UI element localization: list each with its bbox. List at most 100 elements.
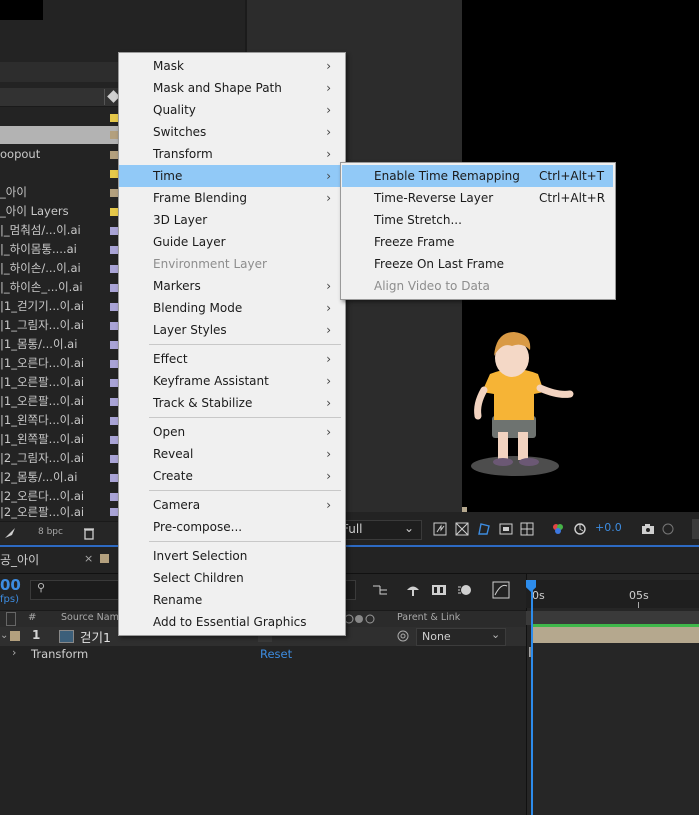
- file-row[interactable]: _아이 Layers: [0, 202, 118, 221]
- menu-item-add-to-essential-graphics[interactable]: Add to Essential Graphics: [119, 611, 343, 633]
- layer-name[interactable]: 걷기1: [80, 627, 111, 646]
- layer-duration-bar[interactable]: [533, 627, 699, 643]
- snapshot-camera-icon[interactable]: [641, 522, 655, 536]
- file-row[interactable]: _아이: [0, 183, 118, 202]
- file-row[interactable]: |1_걷기기...이.ai: [0, 297, 118, 316]
- submenu-item-freeze-on-last-frame[interactable]: Freeze On Last Frame: [342, 253, 613, 275]
- menu-item-track-stabilize[interactable]: Track & Stabilize ›: [119, 392, 343, 414]
- region-of-interest-icon[interactable]: [499, 522, 513, 536]
- submenu-item-enable-time-remapping[interactable]: Enable Time Remapping Ctrl+Alt+T: [342, 165, 613, 187]
- channel-icon[interactable]: [551, 522, 565, 536]
- file-row[interactable]: |2_그림자...이.ai: [0, 449, 118, 468]
- menu-item-markers[interactable]: Markers ›: [119, 275, 343, 297]
- menu-item-reveal[interactable]: Reveal ›: [119, 443, 343, 465]
- file-row[interactable]: oopout: [0, 145, 118, 164]
- parent-link-column-header[interactable]: Parent & Link: [397, 612, 460, 623]
- grid-guides-icon[interactable]: [520, 522, 534, 536]
- menu-item-guide-layer[interactable]: Guide Layer: [119, 231, 343, 253]
- trash-icon[interactable]: [83, 526, 95, 540]
- fast-previews-icon[interactable]: [433, 522, 447, 536]
- show-snapshot-icon[interactable]: [661, 522, 675, 536]
- menu-item-invert-selection[interactable]: Invert Selection: [119, 545, 343, 567]
- motion-blur-icon[interactable]: [457, 582, 473, 598]
- label-swatch[interactable]: [110, 474, 118, 482]
- menu-item-blending-mode[interactable]: Blending Mode ›: [119, 297, 343, 319]
- layer-label-swatch[interactable]: [10, 631, 20, 641]
- file-row[interactable]: |1_그림자...이.ai: [0, 316, 118, 335]
- timeline-tab-label[interactable]: 공_아이: [0, 551, 39, 568]
- menu-item-frame-blending[interactable]: Frame Blending ›: [119, 187, 343, 209]
- label-swatch[interactable]: [110, 379, 118, 387]
- label-swatch[interactable]: [110, 284, 118, 292]
- reset-link[interactable]: Reset: [260, 647, 292, 661]
- file-row[interactable]: [0, 108, 118, 127]
- frame-blending-icon[interactable]: [431, 582, 447, 598]
- file-row[interactable]: |_하이몸통....ai: [0, 240, 118, 259]
- label-swatch[interactable]: [110, 303, 118, 311]
- menu-item-time[interactable]: Time ›: [119, 165, 343, 187]
- interpret-footage-icon[interactable]: [3, 526, 17, 540]
- transform-label[interactable]: Transform: [31, 647, 88, 661]
- label-swatch[interactable]: [110, 398, 118, 406]
- submenu-item-freeze-frame[interactable]: Freeze Frame: [342, 231, 613, 253]
- file-row[interactable]: |1_오른팔...이.ai: [0, 392, 118, 411]
- playhead[interactable]: [531, 580, 533, 815]
- label-swatch[interactable]: [110, 170, 118, 178]
- file-row[interactable]: |2_몸통/...이.ai: [0, 468, 118, 487]
- file-row[interactable]: |1_왼쪽다...이.ai: [0, 411, 118, 430]
- label-swatch[interactable]: [110, 455, 118, 463]
- file-row-selected[interactable]: [0, 126, 118, 144]
- menu-item-switches[interactable]: Switches ›: [119, 121, 343, 143]
- file-row[interactable]: |_하이손/...이.ai: [0, 259, 118, 278]
- file-row[interactable]: |2_오른팔...이.ai: [0, 503, 118, 521]
- menu-item-quality[interactable]: Quality ›: [119, 99, 343, 121]
- expand-chevron-icon[interactable]: ›: [12, 646, 16, 659]
- label-swatch[interactable]: [110, 189, 118, 197]
- menu-item-mask[interactable]: Mask ›: [119, 55, 343, 77]
- menu-item-layer-styles[interactable]: Layer Styles ›: [119, 319, 343, 341]
- submenu-item-time-reverse-layer[interactable]: Time-Reverse Layer Ctrl+Alt+R: [342, 187, 613, 209]
- parent-dropdown[interactable]: None ⌄: [416, 628, 506, 646]
- label-swatch[interactable]: [110, 131, 118, 139]
- reset-exposure-icon[interactable]: [573, 522, 587, 536]
- mask-visibility-icon[interactable]: [477, 522, 491, 536]
- label-swatch[interactable]: [110, 208, 118, 216]
- label-swatch[interactable]: [110, 322, 118, 330]
- menu-item-3d-layer[interactable]: 3D Layer: [119, 209, 343, 231]
- label-swatch[interactable]: [110, 265, 118, 273]
- label-swatch[interactable]: [110, 114, 118, 122]
- file-row[interactable]: [0, 164, 118, 183]
- bit-depth-label[interactable]: 8 bpc: [38, 527, 63, 537]
- composition-flowchart-icon[interactable]: [372, 583, 388, 597]
- menu-item-pre-compose[interactable]: Pre-compose...: [119, 516, 343, 538]
- menu-item-camera[interactable]: Camera ›: [119, 494, 343, 516]
- time-ruler[interactable]: 0s 05s: [526, 580, 699, 608]
- pick-whip-icon[interactable]: [397, 630, 409, 642]
- file-row[interactable]: |_멈춰섬/...이.ai: [0, 221, 118, 240]
- graph-editor-icon[interactable]: [492, 581, 510, 599]
- transform-property-row[interactable]: › Transform Reset: [0, 646, 526, 664]
- label-swatch[interactable]: [110, 151, 118, 159]
- exposure-value[interactable]: +0.0: [595, 521, 622, 534]
- file-row[interactable]: |1_몸통/...이.ai: [0, 335, 118, 354]
- work-area-bar[interactable]: [526, 611, 699, 625]
- file-row[interactable]: |1_왼쪽팔...이.ai: [0, 430, 118, 449]
- menu-item-effect[interactable]: Effect ›: [119, 348, 343, 370]
- menu-item-transform[interactable]: Transform ›: [119, 143, 343, 165]
- menu-item-select-children[interactable]: Select Children: [119, 567, 343, 589]
- submenu-item-time-stretch[interactable]: Time Stretch...: [342, 209, 613, 231]
- label-swatch[interactable]: [110, 246, 118, 254]
- anchor-handle[interactable]: [462, 507, 467, 512]
- toolbar-overflow[interactable]: [692, 519, 699, 539]
- close-icon[interactable]: ×: [84, 552, 93, 565]
- label-swatch[interactable]: [110, 417, 118, 425]
- menu-item-open[interactable]: Open ›: [119, 421, 343, 443]
- menu-item-rename[interactable]: Rename: [119, 589, 343, 611]
- label-swatch[interactable]: [110, 508, 118, 516]
- label-swatch[interactable]: [110, 227, 118, 235]
- label-swatch[interactable]: [110, 341, 118, 349]
- source-name-column-header[interactable]: Source Name: [61, 612, 125, 623]
- menu-item-keyframe-assistant[interactable]: Keyframe Assistant ›: [119, 370, 343, 392]
- shy-layers-icon[interactable]: [405, 582, 421, 598]
- project-search-bar[interactable]: [0, 62, 118, 82]
